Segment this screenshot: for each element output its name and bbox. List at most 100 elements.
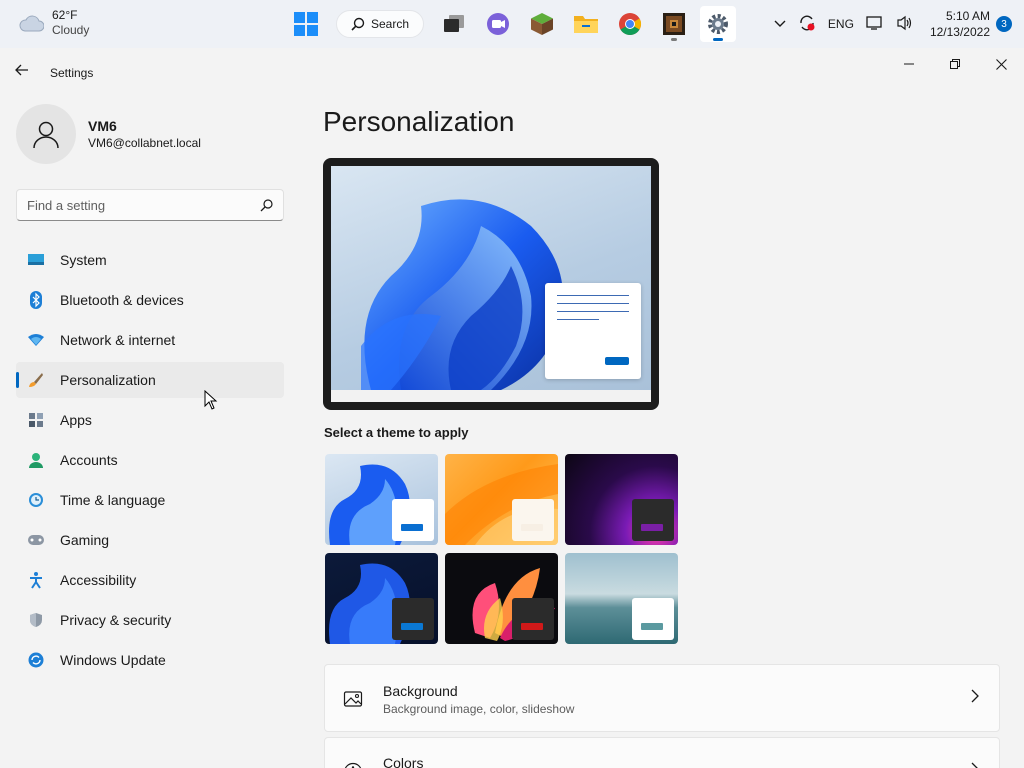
gamepad-icon	[26, 530, 46, 550]
theme-windows-dark[interactable]	[325, 553, 438, 644]
theme-windows-light[interactable]	[325, 454, 438, 545]
theme-window-preview	[632, 499, 674, 541]
accessibility-icon	[26, 570, 46, 590]
chrome-button[interactable]	[612, 6, 648, 42]
back-arrow-icon	[15, 64, 28, 76]
chrome-icon	[619, 13, 642, 35]
windows-logo-icon	[294, 12, 318, 36]
desktop-preview	[331, 166, 651, 402]
clock-time: 5:10 AM	[945, 9, 990, 23]
theme-flow[interactable]	[445, 553, 558, 644]
active-indicator	[713, 38, 724, 41]
bluetooth-icon	[26, 290, 46, 310]
settings-taskbar-button[interactable]	[700, 6, 737, 42]
theme-captured-motion[interactable]	[565, 454, 678, 545]
sidebar-item-label: Accounts	[60, 452, 118, 468]
theme-sunrise[interactable]	[565, 553, 678, 644]
sync-icon[interactable]	[798, 14, 816, 35]
sidebar-item-apps[interactable]: Apps	[16, 402, 284, 438]
restore-icon	[950, 59, 960, 69]
card-subtitle: Background image, color, slideshow	[383, 702, 575, 716]
page-title: Personalization	[323, 106, 515, 137]
sidebar-item-label: Windows Update	[60, 652, 166, 668]
sidebar-item-system[interactable]: System	[16, 242, 284, 278]
sidebar-item-windows-update[interactable]: Windows Update	[16, 642, 284, 678]
accent-bar	[641, 524, 663, 531]
theme-preview	[323, 158, 659, 410]
minecraft-button[interactable]	[524, 6, 560, 42]
themes-section-label: Select a theme to apply	[324, 425, 469, 440]
chevron-right-icon	[971, 762, 978, 768]
teams-chat-button[interactable]	[480, 6, 516, 42]
app-title: Settings	[50, 66, 94, 80]
volume-icon[interactable]	[896, 15, 914, 34]
gear-icon	[708, 14, 729, 34]
theme-window-preview	[632, 598, 674, 640]
profile-name: VM6	[88, 118, 117, 134]
sidebar-item-accounts[interactable]: Accounts	[16, 442, 284, 478]
clock-date: 12/13/2022	[929, 25, 990, 39]
game-app-icon	[663, 13, 686, 35]
settings-search	[16, 189, 284, 221]
search-icon[interactable]	[260, 198, 273, 212]
theme-window-preview	[512, 598, 554, 640]
weather-condition: Cloudy	[52, 23, 90, 37]
sidebar-item-label: Personalization	[60, 372, 156, 388]
sidebar-item-gaming[interactable]: Gaming	[16, 522, 284, 558]
profile-email: VM6@collabnet.local	[88, 136, 201, 150]
sidebar-item-network[interactable]: Network & internet	[16, 322, 284, 358]
close-button[interactable]	[978, 48, 1024, 80]
start-button[interactable]	[288, 6, 324, 42]
taskbar-search-button[interactable]: Search	[336, 10, 425, 38]
accent-bar	[521, 623, 543, 630]
search-input[interactable]	[27, 197, 260, 213]
update-icon	[26, 650, 46, 670]
sidebar-item-time-language[interactable]: Time & language	[16, 482, 284, 518]
image-icon	[343, 691, 363, 707]
user-profile[interactable]: VM6 VM6@collabnet.local	[16, 104, 201, 164]
restore-button[interactable]	[932, 48, 978, 80]
back-button[interactable]	[14, 62, 34, 82]
background-settings-card[interactable]: Background Background image, color, slid…	[324, 664, 1000, 732]
colors-settings-card[interactable]: Colors	[324, 737, 1000, 768]
game-app-button[interactable]	[656, 6, 692, 42]
accent-bar	[641, 623, 663, 630]
wifi-icon	[26, 330, 46, 350]
sidebar-item-label: Bluetooth & devices	[60, 292, 184, 308]
network-icon[interactable]	[866, 15, 884, 34]
preview-taskbar	[331, 390, 651, 402]
sidebar-item-label: System	[60, 252, 107, 268]
minimize-icon	[904, 63, 914, 65]
notification-badge[interactable]: 3	[996, 16, 1012, 32]
weather-temp: 62°F	[52, 8, 78, 22]
file-explorer-button[interactable]	[568, 6, 604, 42]
running-indicator	[671, 38, 678, 41]
card-title: Colors	[383, 755, 424, 768]
folder-icon	[574, 16, 599, 33]
mouse-cursor-icon	[204, 390, 218, 410]
sidebar-item-label: Time & language	[60, 492, 166, 508]
sidebar-item-label: Network & internet	[60, 332, 176, 348]
taskbar-apps: Search	[288, 6, 737, 42]
task-view-button[interactable]	[436, 6, 472, 42]
theme-glow[interactable]	[445, 454, 558, 545]
weather-widget[interactable]: 62°F Cloudy	[18, 8, 89, 38]
sidebar-item-privacy[interactable]: Privacy & security	[16, 602, 284, 638]
chevron-up-icon[interactable]	[774, 17, 786, 31]
avatar	[16, 104, 76, 164]
sample-window-preview	[545, 283, 641, 379]
chat-icon	[487, 13, 510, 35]
accent-bar	[401, 623, 423, 630]
clock[interactable]: 5:10 AM 12/13/2022	[930, 8, 990, 40]
sidebar-item-personalization[interactable]: Personalization	[16, 362, 284, 398]
accent-bar	[401, 524, 423, 531]
minimize-button[interactable]	[886, 48, 932, 80]
sidebar-item-bluetooth[interactable]: Bluetooth & devices	[16, 282, 284, 318]
theme-window-preview	[392, 499, 434, 541]
search-icon	[351, 17, 365, 31]
taskbar: 62°F Cloudy Search ENG 5:10 AM 12/13/202…	[0, 0, 1024, 48]
sidebar-item-accessibility[interactable]: Accessibility	[16, 562, 284, 598]
sample-line	[557, 295, 629, 296]
language-indicator[interactable]: ENG	[828, 17, 854, 31]
shield-icon	[26, 610, 46, 630]
